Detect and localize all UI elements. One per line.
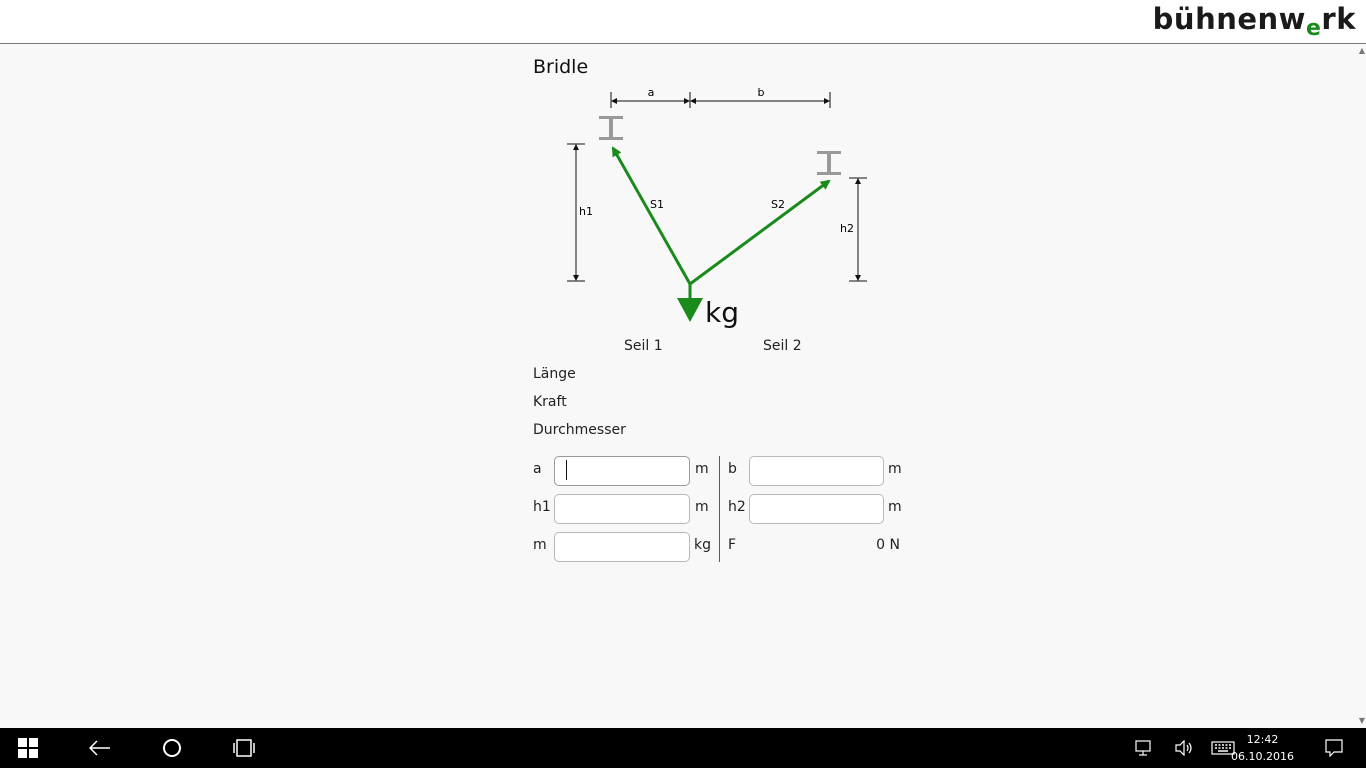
row-durchmesser: Durchmesser — [533, 422, 626, 438]
system-clock[interactable]: 12:42 06.10.2016 — [1231, 731, 1294, 765]
label-s2: S2 — [771, 198, 785, 211]
h2-input[interactable] — [749, 494, 884, 524]
unit-m: kg — [694, 537, 711, 553]
unit-h2: m — [888, 499, 902, 515]
beam-left-icon — [599, 116, 623, 140]
rope-s1 — [611, 146, 692, 285]
clock-time: 12:42 — [1246, 733, 1279, 746]
logo-text-end: rk — [1321, 2, 1356, 36]
m-input[interactable] — [554, 532, 690, 562]
label-s1: S1 — [650, 198, 664, 211]
buehnenwerk-logo: bühnenwerk — [1152, 2, 1356, 41]
logo-text-main: bühnenw — [1152, 2, 1306, 36]
load-arrow-icon — [677, 298, 703, 322]
page-title: Bridle — [533, 56, 589, 78]
windows-start-icon[interactable] — [8, 728, 48, 768]
dimension-a: a — [610, 86, 691, 108]
label-a: a — [648, 86, 655, 99]
windows-taskbar: 12:42 06.10.2016 — [0, 728, 1366, 768]
task-view-icon[interactable] — [224, 728, 264, 768]
row-laenge: Länge — [533, 366, 576, 382]
unit-a: m — [695, 461, 709, 477]
dimension-h2: h2 — [840, 177, 867, 282]
cortana-circle-icon[interactable] — [152, 728, 192, 768]
volume-icon[interactable] — [1170, 728, 1198, 768]
beam-right-icon — [817, 151, 841, 175]
dimension-b: b — [690, 86, 831, 108]
label-b: b — [758, 86, 765, 99]
unit-h1: m — [695, 499, 709, 515]
label-f-field: F — [728, 537, 737, 553]
bridle-diagram: a b h1 h2 S1 S2 kg — [567, 86, 867, 329]
h1-input[interactable] — [554, 494, 690, 524]
scroll-down-arrow-icon[interactable]: ▼ — [1359, 716, 1365, 725]
load-unit-label: kg — [705, 296, 739, 329]
column-divider — [719, 456, 720, 562]
label-h1-field: h1 — [533, 499, 551, 515]
a-input[interactable] — [554, 456, 690, 486]
text-caret — [566, 460, 567, 480]
b-input[interactable] — [749, 456, 884, 486]
label-h2-field: h2 — [728, 499, 746, 515]
dimension-h1: h1 — [567, 143, 593, 282]
network-icon[interactable] — [1130, 728, 1158, 768]
action-center-icon[interactable] — [1320, 728, 1348, 768]
label-a-field: a — [533, 461, 542, 477]
label-m-field: m — [533, 537, 547, 553]
column-seil-1: Seil 1 — [624, 338, 663, 354]
app-header: bühnenwerk — [0, 0, 1366, 44]
clock-date: 06.10.2016 — [1231, 750, 1294, 763]
scroll-up-arrow-icon[interactable]: ▲ — [1359, 46, 1365, 55]
label-b-field: b — [728, 461, 737, 477]
force-result: 0 N — [876, 537, 900, 553]
column-seil-2: Seil 2 — [763, 338, 802, 354]
row-kraft: Kraft — [533, 394, 567, 410]
label-h2: h2 — [840, 222, 854, 235]
logo-text-accent: e — [1305, 16, 1322, 41]
back-arrow-icon[interactable] — [80, 728, 120, 768]
rope-s2 — [689, 179, 831, 286]
label-h1: h1 — [579, 205, 593, 218]
unit-b: m — [888, 461, 902, 477]
